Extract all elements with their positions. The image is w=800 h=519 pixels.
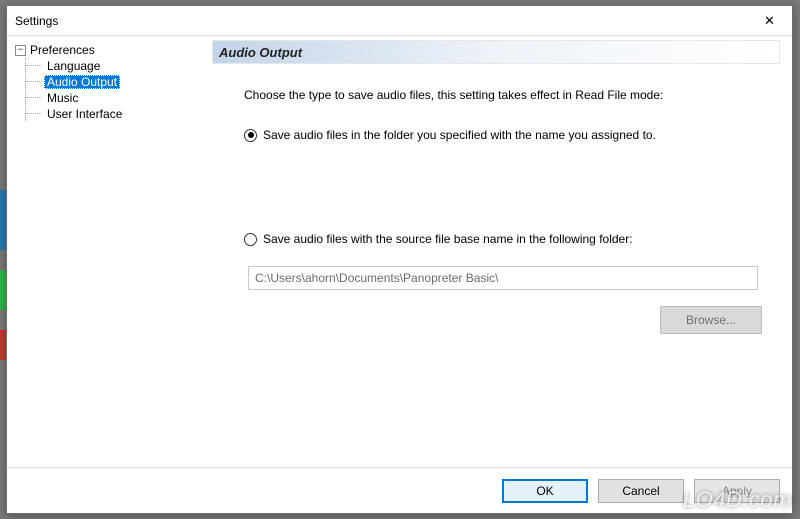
browse-button: Browse... bbox=[660, 306, 762, 334]
window-body: − Preferences Language Audio Output Musi… bbox=[7, 36, 792, 467]
tree-item-audio-output[interactable]: Audio Output bbox=[26, 74, 200, 90]
tree-item-language[interactable]: Language bbox=[26, 58, 200, 74]
window-title: Settings bbox=[15, 14, 747, 28]
spacer bbox=[244, 152, 762, 232]
section-heading: Audio Output bbox=[212, 40, 780, 64]
close-icon: ✕ bbox=[764, 13, 775, 29]
radio-icon[interactable] bbox=[244, 129, 257, 142]
tree-children: Language Audio Output Music User Interfa… bbox=[25, 58, 200, 122]
close-button[interactable]: ✕ bbox=[747, 6, 792, 35]
section-body: Choose the type to save audio files, thi… bbox=[212, 64, 780, 463]
collapse-icon[interactable]: − bbox=[15, 45, 26, 56]
folder-path-input[interactable] bbox=[248, 266, 758, 290]
dialog-footer: OK Cancel Apply bbox=[7, 467, 792, 513]
tree-item-label: Music bbox=[44, 91, 81, 105]
tree-root-preferences[interactable]: − Preferences bbox=[15, 42, 200, 58]
titlebar[interactable]: Settings ✕ bbox=[7, 6, 792, 36]
tree-item-label: Audio Output bbox=[44, 75, 120, 89]
apply-button: Apply bbox=[694, 479, 780, 503]
radio-label: Save audio files with the source file ba… bbox=[263, 232, 633, 246]
settings-window: Settings ✕ − Preferences Language Audio … bbox=[6, 5, 793, 514]
radio-icon[interactable] bbox=[244, 233, 257, 246]
content-pane: Audio Output Choose the type to save aud… bbox=[204, 36, 792, 467]
radio-option-2[interactable]: Save audio files with the source file ba… bbox=[244, 232, 762, 246]
tree-item-user-interface[interactable]: User Interface bbox=[26, 106, 200, 122]
intro-text: Choose the type to save audio files, thi… bbox=[244, 88, 762, 102]
tree-item-label: Language bbox=[44, 59, 103, 73]
tree-root-label: Preferences bbox=[30, 43, 95, 57]
tree-item-label: User Interface bbox=[44, 107, 125, 121]
cancel-button[interactable]: Cancel bbox=[598, 479, 684, 503]
radio-label: Save audio files in the folder you speci… bbox=[263, 128, 656, 142]
navigation-tree: − Preferences Language Audio Output Musi… bbox=[7, 36, 204, 467]
radio-option-1[interactable]: Save audio files in the folder you speci… bbox=[244, 128, 762, 142]
tree-item-music[interactable]: Music bbox=[26, 90, 200, 106]
ok-button[interactable]: OK bbox=[502, 479, 588, 503]
browse-row: Browse... bbox=[248, 306, 762, 334]
